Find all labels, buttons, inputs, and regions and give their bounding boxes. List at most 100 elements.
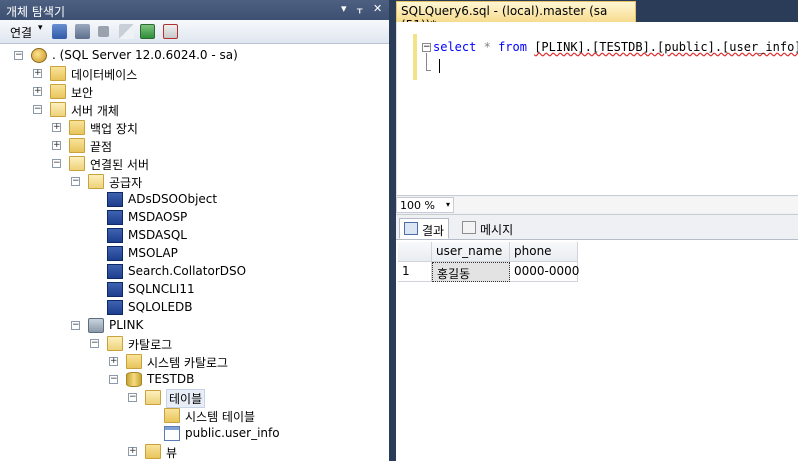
tree-node[interactable]: + 백업 장치 xyxy=(0,119,389,137)
tree-node[interactable]: + 끝점 xyxy=(0,137,389,155)
tree-node-label: 테이블 xyxy=(166,389,206,408)
collapse-icon[interactable]: − xyxy=(14,51,23,60)
sql-code-editor[interactable]: − select * from [PLINK].[TESTDB].[public… xyxy=(396,22,798,195)
provider-icon xyxy=(107,246,123,261)
tree-node[interactable]: − 서버 개체 xyxy=(0,101,389,119)
text-caret xyxy=(439,59,440,73)
tab-results[interactable]: 결과 xyxy=(399,218,450,239)
expand-icon[interactable]: + xyxy=(109,357,118,366)
tree-node[interactable]: + 시스템 카탈로그 xyxy=(0,353,389,371)
editor-zoom-bar: 100 % ▾ xyxy=(396,195,798,215)
tree-node[interactable]: SQLNCLI11 xyxy=(0,281,389,299)
tree-node[interactable]: − TESTDB xyxy=(0,371,389,389)
tree-node-label: 공급자 xyxy=(109,176,143,190)
object-explorer-titlebar: 개체 탐색기 ▾ ᚁ ✕ xyxy=(0,0,389,20)
tree-node[interactable]: + 보안 xyxy=(0,83,389,101)
filter-icon[interactable] xyxy=(119,24,134,39)
tree-node-label: MSDASQL xyxy=(128,228,187,242)
grid-icon xyxy=(404,222,418,235)
folder-icon xyxy=(145,444,161,459)
expand-icon[interactable]: + xyxy=(128,447,137,456)
tree-node[interactable]: SQLOLEDB xyxy=(0,299,389,317)
collapse-icon[interactable]: − xyxy=(33,105,42,114)
disconnect-icon[interactable] xyxy=(75,24,90,39)
expand-icon[interactable]: + xyxy=(33,69,42,78)
zoom-value: 100 % xyxy=(400,199,435,212)
collapse-icon[interactable]: − xyxy=(71,321,80,330)
column-header-user-name[interactable]: user_name xyxy=(432,242,510,262)
tree-node-label: TESTDB xyxy=(147,372,195,386)
activity-monitor-icon[interactable] xyxy=(163,24,178,39)
tab-messages-label: 메시지 xyxy=(480,223,514,237)
folder-icon xyxy=(69,120,85,135)
expand-icon[interactable]: + xyxy=(52,141,61,150)
horizontal-scrollbar[interactable] xyxy=(454,197,798,213)
tree-node-label: 카탈로그 xyxy=(128,338,173,352)
refresh-icon[interactable] xyxy=(140,24,155,39)
tree-node[interactable]: 시스템 테이블 xyxy=(0,407,389,425)
tree-node-label: MSDAOSP xyxy=(128,210,188,224)
server-icon xyxy=(31,48,47,63)
close-icon[interactable]: ✕ xyxy=(373,2,382,15)
expand-icon[interactable]: + xyxy=(52,123,61,132)
tree-node[interactable]: public.user_info xyxy=(0,425,389,443)
collapse-icon[interactable]: − xyxy=(71,177,80,186)
tree-node-label: . (SQL Server 12.0.6024.0 - sa) xyxy=(52,48,238,62)
grid-corner[interactable] xyxy=(398,242,432,262)
folder-icon xyxy=(50,66,66,81)
pin-icon[interactable]: ᚁ xyxy=(357,2,362,15)
tab-sqlquery6[interactable]: SQLQuery6.sql - (local).master (sa (51))… xyxy=(396,1,636,32)
outline-guide xyxy=(426,53,431,71)
code-line-1[interactable]: select * from [PLINK].[TESTDB].[public].… xyxy=(433,40,798,54)
collapse-icon[interactable]: − xyxy=(90,339,99,348)
object-explorer-panel: 개체 탐색기 ▾ ᚁ ✕ 연결 ▾ − . (SQL Server 12.0.60… xyxy=(0,0,389,461)
collapse-icon[interactable]: − xyxy=(52,159,61,168)
window-position-icon[interactable]: ▾ xyxy=(341,2,347,15)
tree-node[interactable]: MSOLAP xyxy=(0,245,389,263)
connect-server-icon[interactable] xyxy=(52,24,67,39)
database-icon xyxy=(126,372,142,387)
object-name-token: [PLINK].[TESTDB].[public].[user_info] xyxy=(534,40,798,54)
tree-node-label: 시스템 테이블 xyxy=(185,410,256,424)
tree-node[interactable]: − 테이블 xyxy=(0,389,389,408)
linked-server-icon xyxy=(88,318,104,333)
cell-phone[interactable]: 0000-0000 xyxy=(510,262,579,282)
folder-icon xyxy=(50,84,66,99)
collapse-icon[interactable]: − xyxy=(109,375,118,384)
tree-node[interactable]: − 공급자 xyxy=(0,173,389,191)
tree-node[interactable]: ADsDSOObject xyxy=(0,191,389,209)
tree-node[interactable]: Search.CollatorDSO xyxy=(0,263,389,281)
stop-icon[interactable] xyxy=(98,26,109,37)
tree-node[interactable]: MSDASQL xyxy=(0,227,389,245)
tree-node[interactable]: − 카탈로그 xyxy=(0,335,389,353)
folder-open-icon xyxy=(145,390,161,405)
zoom-select[interactable]: 100 % ▾ xyxy=(396,197,454,213)
tree-node-label: 끝점 xyxy=(90,140,113,154)
tree-node[interactable]: − 연결된 서버 xyxy=(0,155,389,173)
tree-node[interactable]: − PLINK xyxy=(0,317,389,335)
tree-node[interactable]: − . (SQL Server 12.0.6024.0 - sa) xyxy=(0,47,389,65)
collapse-region-icon[interactable]: − xyxy=(422,43,431,52)
connect-dropdown-icon[interactable]: ▾ xyxy=(38,23,43,33)
row-number[interactable]: 1 xyxy=(398,262,432,282)
provider-icon xyxy=(107,264,123,279)
document-tab-bar: SQLQuery6.sql - (local).master (sa (51))… xyxy=(396,0,798,32)
tree-node[interactable]: + 데이터베이스 xyxy=(0,65,389,83)
expand-icon[interactable]: + xyxy=(33,87,42,96)
panel-splitter[interactable] xyxy=(389,0,396,461)
cell-user-name[interactable]: 홍길동 xyxy=(432,262,510,282)
tree-node[interactable]: + 뷰 xyxy=(0,443,389,461)
folder-open-icon xyxy=(69,156,85,171)
provider-icon xyxy=(107,228,123,243)
tree-node-label: SQLOLEDB xyxy=(128,300,193,314)
object-explorer-toolbar: 연결 ▾ xyxy=(0,20,389,44)
provider-icon xyxy=(107,282,123,297)
tab-messages[interactable]: 메시지 xyxy=(458,218,517,239)
column-header-phone[interactable]: phone xyxy=(510,242,578,262)
connect-button[interactable]: 연결 xyxy=(10,24,32,41)
tree-node[interactable]: MSDAOSP xyxy=(0,209,389,227)
folder-open-icon xyxy=(107,336,123,351)
folder-open-icon xyxy=(88,174,104,189)
collapse-icon[interactable]: − xyxy=(128,393,137,402)
keyword-from: from xyxy=(498,40,527,54)
